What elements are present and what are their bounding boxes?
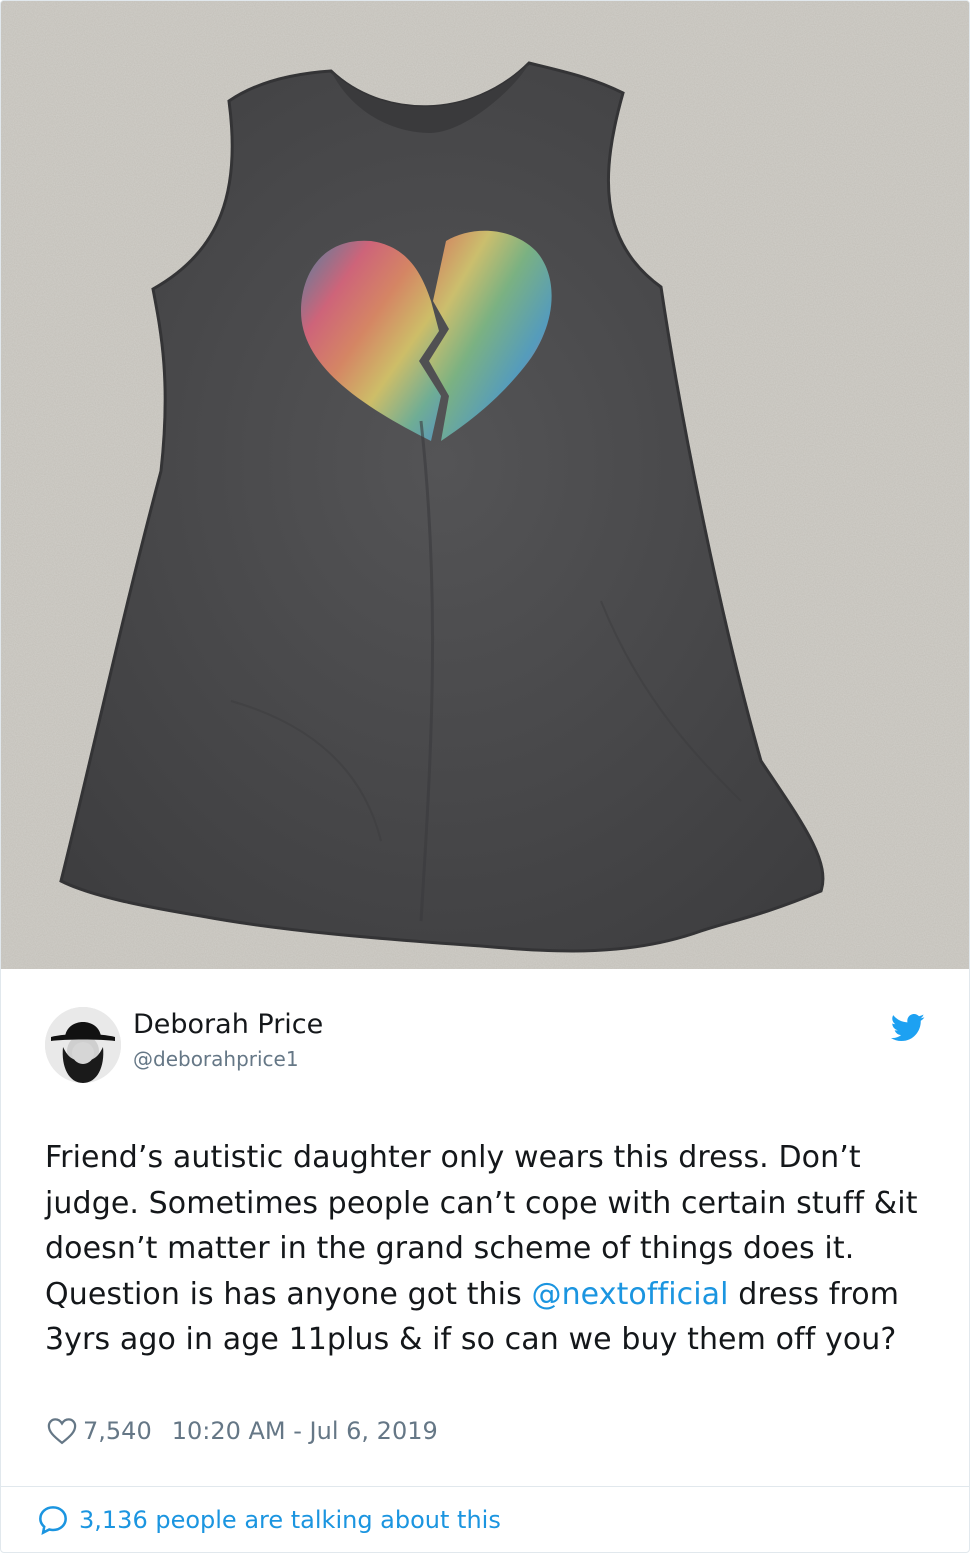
timestamp[interactable]: 10:20 AM - Jul 6, 2019 — [172, 1417, 438, 1445]
tweet-text: Friend’s autistic daughter only wears th… — [45, 1135, 935, 1363]
footer-divider — [1, 1486, 969, 1487]
tweet-meta: 7,540 10:20 AM - Jul 6, 2019 — [47, 1413, 438, 1449]
avatar-image — [45, 1007, 121, 1083]
dress-photo-image — [1, 1, 969, 969]
avatar[interactable] — [45, 1007, 121, 1083]
tweet-photo[interactable] — [1, 1, 969, 969]
tweet-card: Deborah Price @deborahprice1 Friend’s au… — [0, 0, 970, 1553]
talking-about-text[interactable]: 3,136 people are talking about this — [79, 1506, 501, 1534]
talking-about-link[interactable]: 3,136 people are talking about this — [37, 1501, 501, 1539]
author-handle[interactable]: @deborahprice1 — [133, 1047, 299, 1071]
mention-link[interactable]: @nextofficial — [531, 1277, 728, 1312]
tweet-header: Deborah Price @deborahprice1 — [45, 1007, 925, 1087]
speech-bubble-icon — [39, 1506, 67, 1535]
like-count[interactable]: 7,540 — [83, 1417, 152, 1445]
author-name[interactable]: Deborah Price — [133, 1009, 323, 1040]
heart-icon[interactable] — [47, 1417, 77, 1445]
twitter-bird-icon[interactable] — [891, 1013, 925, 1043]
